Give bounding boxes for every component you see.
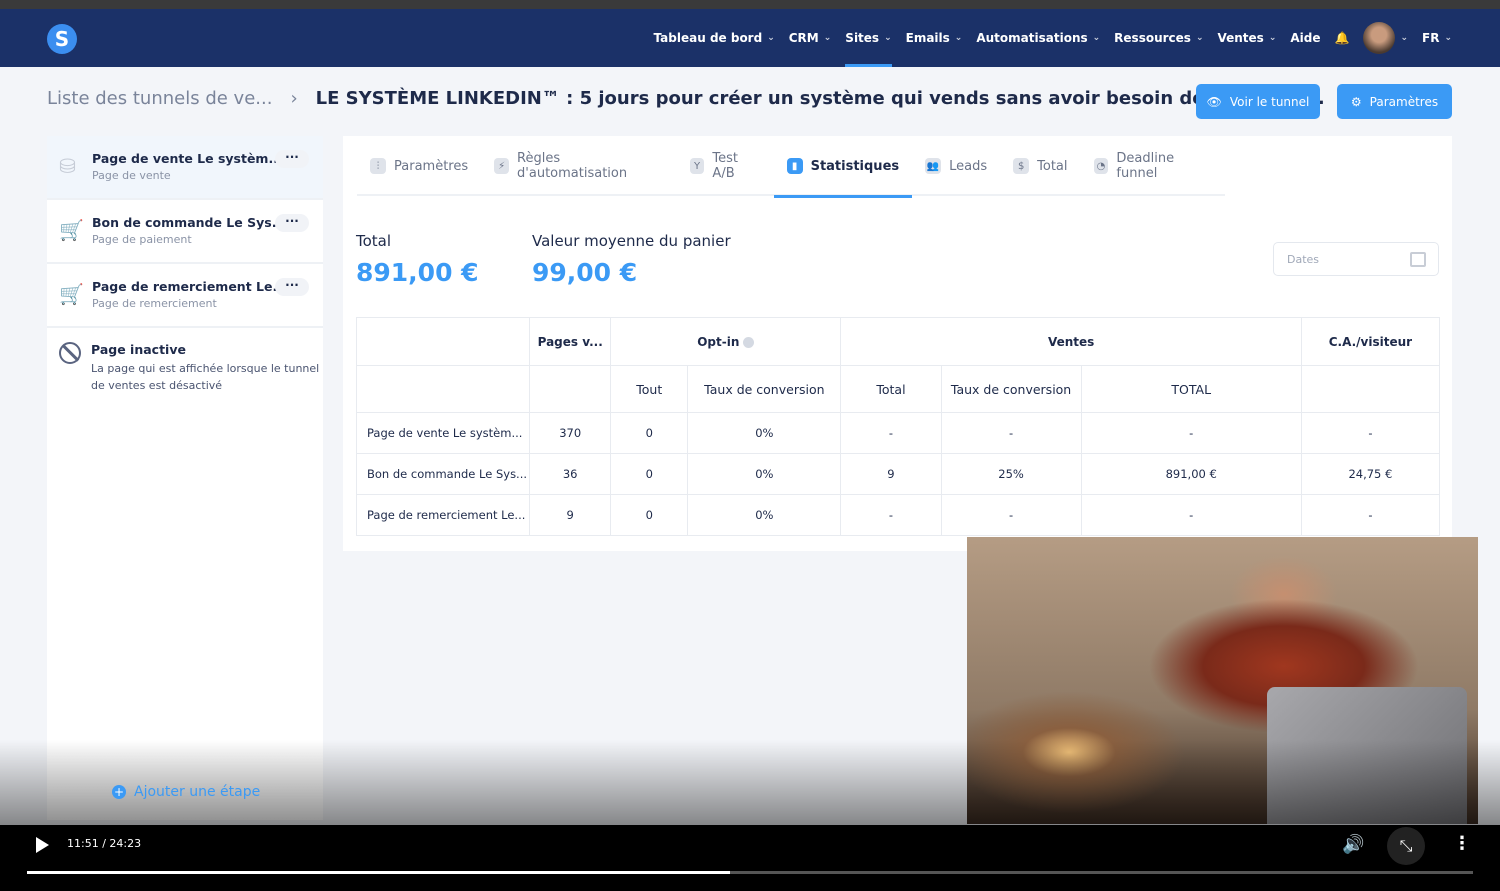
cart-icon: 🛒 [59,218,84,242]
play-icon[interactable] [36,837,49,853]
chevron-down-icon: ⌄ [1092,33,1101,43]
more-options-button[interactable]: ··· [275,278,309,296]
laptop-image [1267,687,1467,824]
stats-card: ⫶ Paramètres ⚡ Règles d'automatisation Y Test… [343,136,1452,551]
step-item[interactable]: 🛒 Bon de commande Le Sys... Page de paieme… [47,200,323,264]
nav-item[interactable]: Tableau de bord ⌄ [654,9,775,67]
tab-statistiques[interactable]: ▮ Statistiques [773,136,913,198]
header-pages: Pages v... [529,317,612,366]
more-options-button[interactable]: ··· [275,150,309,168]
inactive-page[interactable]: Page inactive La page qui est affichée l… [47,328,323,394]
table-row: Page de vente Le systèm... 370 0 0% - - - - [355,412,1441,454]
page-title: LE SYSTÈME LINKEDIN™ : 5 jours pour crée… [315,88,1325,109]
video-controls: 11:51 / 24:23 🔊 ⤡ ⋮ [0,825,1500,891]
plus-icon: + [112,785,126,799]
top-nav: S Tableau de bord ⌄ CRM ⌄ Sites ⌄ Emails ⌄ Autom… [0,9,1500,67]
time-display: 11:51 / 24:23 [67,837,142,850]
progress-bar[interactable] [27,871,1473,874]
nav-item[interactable]: Sites ⌄ [845,9,892,67]
tab-icon: ⫶ [370,158,386,174]
stats-table: Pages v... Opt-in Ventes C.A./visiteur Tout… [355,317,1441,536]
table-row: Page de remerciement Le... 9 0 0% - - - - [355,494,1441,536]
funnel-steps-sidebar: ⛁ Page de vente Le systèm... Page de vente… [47,136,323,820]
eye-icon: 👁 [1206,94,1222,109]
exit-fullscreen-icon[interactable]: ⤡ [1387,827,1425,865]
step-item[interactable]: 🛒 Page de remerciement Le... Page de remer… [47,264,323,328]
more-options-button[interactable]: ··· [275,214,309,232]
nav-item[interactable]: CRM ⌄ [789,9,832,67]
breadcrumb: Liste des tunnels de ve... › LE SYSTÈME … [47,88,1325,109]
volume-icon[interactable]: 🔊 [1342,834,1364,855]
avatar [1363,22,1396,54]
add-step-button[interactable]: + Ajouter une étape [112,784,260,800]
tab-deadline-funnel[interactable]: ◔ Deadline funnel [1081,136,1225,196]
header-ca-visitor: C.A./visiteur [1300,317,1441,366]
logo[interactable]: S [47,24,77,54]
tab-r-gles-d-automatisation[interactable]: ⚡ Règles d'automatisation [481,136,676,196]
chevron-right-icon: › [290,88,298,109]
top-strip [0,0,1500,9]
settings-button[interactable]: ⚙ Paramètres [1337,84,1452,119]
tab-icon: 👥 [925,158,942,174]
ban-icon [59,342,81,364]
tabs: ⫶ Paramètres ⚡ Règles d'automatisation Y Test… [357,136,1225,198]
progress-fill [27,871,730,874]
step-item[interactable]: ⛁ Page de vente Le systèm... Page de vente… [47,136,323,200]
tab-icon: ◔ [1093,158,1109,174]
inactive-title: Page inactive [91,342,186,357]
chevron-down-icon: ⌄ [1268,33,1277,43]
header-optin: Opt-in [610,317,842,366]
gear-icon: ⚙ [1350,94,1362,109]
cart-check-icon: 🛒 [59,282,84,306]
tab-icon: Y [689,158,705,174]
coins-icon: ⛁ [59,154,76,178]
help-icon[interactable] [743,336,755,348]
nav-item[interactable]: Ressources ⌄ [1114,9,1203,67]
nav-item[interactable]: Emails ⌄ [906,9,963,67]
tab-test-a-b[interactable]: Y Test A/B [677,136,774,196]
nav-aide[interactable]: Aide [1290,9,1320,67]
kpi-avg-cart: Valeur moyenne du panier 99,00 € [532,232,731,287]
tab-icon: ⚡ [494,158,510,174]
tab-param-tres[interactable]: ⫶ Paramètres [357,136,481,196]
kpi-total: Total 891,00 € [356,232,479,287]
tab-icon: ▮ [786,158,803,174]
nav-item[interactable]: Ventes ⌄ [1217,9,1276,67]
webcam-video-overlay [967,537,1478,824]
chevron-down-icon: ⌄ [884,33,892,43]
more-options-icon[interactable]: ⋮ [1453,833,1471,854]
header-ventes: Ventes [840,317,1302,366]
tab-total[interactable]: $ Total [1000,136,1080,196]
chevron-down-icon: ⌄ [823,33,832,43]
nav-item[interactable]: Automatisations ⌄ [976,9,1100,67]
tab-icon: $ [1013,158,1030,174]
user-menu[interactable]: ⌄ [1363,9,1408,67]
tab-leads[interactable]: 👥 Leads [912,136,1000,196]
chevron-down-icon: ⌄ [767,33,775,43]
calendar-icon [1410,252,1426,267]
dates-input[interactable]: Dates [1273,242,1439,276]
chevron-down-icon: ⌄ [1195,33,1204,43]
table-row: Bon de commande Le Sys... 36 0 0% 9 25% 891,00… [355,453,1441,495]
language-select[interactable]: FR ⌄ [1422,9,1452,67]
breadcrumb-parent[interactable]: Liste des tunnels de ve... [47,88,272,109]
chevron-down-icon: ⌄ [1444,33,1452,43]
view-funnel-button[interactable]: 👁 Voir le tunnel [1196,84,1320,119]
inactive-desc: La page qui est affichée lorsque le tunn… [91,362,320,392]
bell-icon[interactable]: 🔔 [1335,9,1350,67]
chevron-down-icon: ⌄ [954,33,963,43]
